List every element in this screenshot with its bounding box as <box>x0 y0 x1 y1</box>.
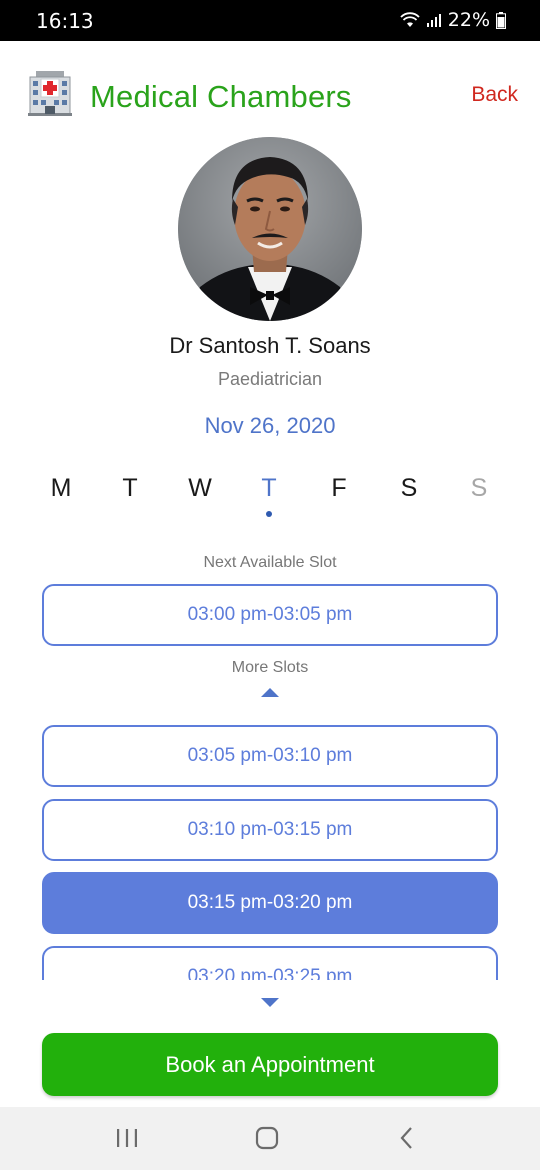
day-label: M <box>50 474 72 502</box>
day-sunday[interactable]: S <box>444 474 514 503</box>
selected-date[interactable]: Nov 26, 2020 <box>0 413 540 439</box>
signal-icon <box>426 12 442 28</box>
status-indicators: 22% <box>400 9 506 31</box>
doctor-name: Dr Santosh T. Soans <box>169 333 371 358</box>
day-label: W <box>188 474 212 502</box>
app-title: Medical Chambers <box>90 79 352 114</box>
day-tuesday[interactable]: T <box>95 474 165 503</box>
selected-day-indicator <box>266 511 272 517</box>
scroll-up-icon[interactable] <box>261 688 279 697</box>
day-label: F <box>331 474 347 502</box>
battery-text: 22% <box>447 9 490 31</box>
status-time: 16:13 <box>36 9 94 33</box>
home-icon[interactable] <box>252 1125 282 1151</box>
slot-button[interactable]: 03:05 pm-03:10 pm <box>42 725 498 787</box>
scroll-down-icon[interactable] <box>261 998 279 1007</box>
wifi-icon <box>400 12 420 28</box>
day-wednesday[interactable]: W <box>165 474 235 503</box>
recent-apps-icon[interactable] <box>112 1125 142 1151</box>
status-bar: 16:13 22% <box>0 0 540 41</box>
back-nav-icon[interactable] <box>392 1125 422 1151</box>
next-slot-label: Next Available Slot <box>203 554 337 571</box>
day-label: S <box>400 474 418 502</box>
more-slots-label: More Slots <box>231 659 309 676</box>
day-monday[interactable]: M <box>26 474 96 503</box>
doctor-specialty: Paediatrician <box>217 369 323 389</box>
app-header: Medical Chambers Back <box>0 41 540 141</box>
day-label: T <box>261 474 277 502</box>
slot-button[interactable]: 03:10 pm-03:15 pm <box>42 799 498 861</box>
day-friday[interactable]: F <box>304 474 374 503</box>
system-nav-bar <box>0 1107 540 1170</box>
battery-icon <box>496 11 506 29</box>
book-appointment-button[interactable]: Book an Appointment <box>42 1033 498 1096</box>
day-label: S <box>470 474 488 502</box>
day-label: T <box>122 474 138 502</box>
next-slot-button[interactable]: 03:00 pm-03:05 pm <box>42 584 498 646</box>
day-thursday[interactable]: T <box>234 474 304 517</box>
slot-list-clip: 03:20 pm-03:25 pm <box>0 940 540 980</box>
day-saturday[interactable]: S <box>374 474 444 503</box>
slot-button-selected[interactable]: 03:15 pm-03:20 pm <box>42 872 498 934</box>
slot-button[interactable]: 03:20 pm-03:25 pm <box>42 946 498 980</box>
back-button[interactable]: Back <box>471 83 518 107</box>
doctor-avatar <box>178 137 362 321</box>
hospital-icon <box>26 69 74 117</box>
week-selector: M T W T F S S <box>26 474 514 524</box>
